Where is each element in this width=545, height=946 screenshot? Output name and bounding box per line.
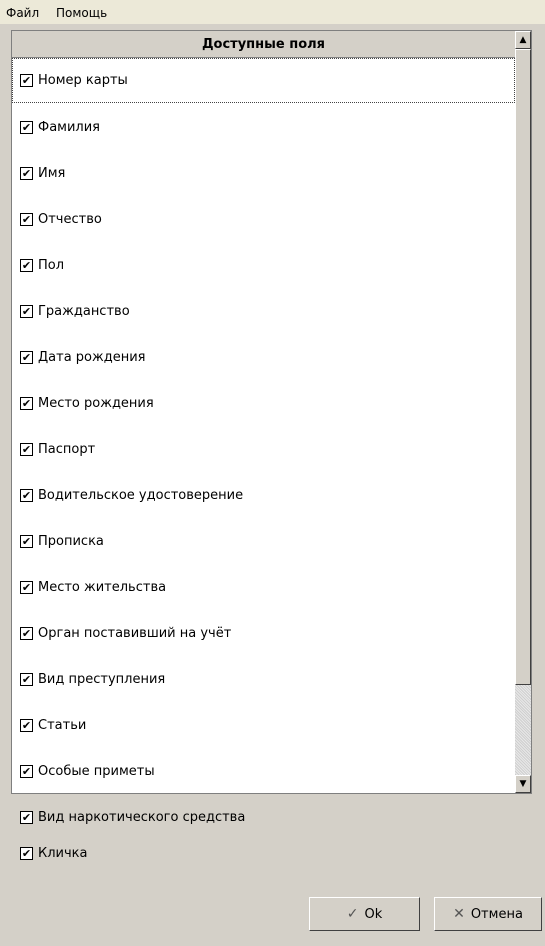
list-item-label: Вид наркотического средства [38,809,246,825]
checkbox[interactable]: ✔ [20,212,33,226]
list-item-label: Место жительства [38,579,167,595]
checkbox[interactable]: ✔ [20,396,33,410]
list-item[interactable]: ✔ Дата рождения [12,334,515,380]
checkbox[interactable]: ✔ [20,258,33,272]
list-item-label: Особые приметы [38,763,155,779]
arrow-down-icon: ▼ [519,779,527,789]
check-icon: ✔ [21,626,32,640]
check-icon: ✔ [21,304,32,318]
list-item[interactable]: ✔ Отчество [12,196,515,242]
ok-label: Ok [364,906,383,922]
list-item-label: Пол [38,257,65,273]
check-icon: ✔ [21,810,32,824]
arrow-up-icon: ▲ [519,35,527,45]
check-icon: ✔ [21,764,32,778]
checkbox[interactable]: ✔ [20,718,33,732]
vertical-scrollbar[interactable]: ▲ ▼ [515,31,531,793]
list-item-label: Дата рождения [38,349,146,365]
list-item-label: Статьи [38,717,87,733]
checkbox[interactable]: ✔ [20,764,33,778]
list-item-label: Место рождения [38,395,154,411]
menu-bar: Файл Помощь [0,0,545,24]
checkbox[interactable]: ✔ [20,580,33,594]
list-item[interactable]: ✔ Кличка [12,830,515,876]
list-item-label: Номер карты [38,73,128,88]
checkbox[interactable]: ✔ [20,488,33,502]
check-icon: ✔ [21,212,32,226]
list-item[interactable]: ✔ Место жительства [12,564,515,610]
list-item-label: Отчество [38,211,102,227]
check-icon: ✔ [21,442,32,456]
check-icon: ✔ [21,846,32,860]
checkbox[interactable]: ✔ [20,846,33,860]
checkbox[interactable]: ✔ [20,672,33,686]
ok-check-icon: ✓ [346,906,359,922]
cancel-x-icon: ✕ [453,906,465,922]
list-item[interactable]: ✔ Статьи [12,702,515,748]
list-item[interactable]: ✔ Прописка [12,518,515,564]
list-item[interactable]: ✔ Водительское удостоверение [12,472,515,518]
list-item[interactable]: ✔ Номер карты [12,58,515,103]
cancel-button[interactable]: ✕ Отмена [434,897,542,931]
list-item[interactable]: ✔ Орган поставивший на учёт [12,610,515,656]
list-item-label: Паспорт [38,441,96,457]
check-icon: ✔ [21,718,32,732]
check-icon: ✔ [21,534,32,548]
menu-file[interactable]: Файл [6,6,39,20]
check-icon: ✔ [21,580,32,594]
scroll-up-button[interactable]: ▲ [515,31,531,49]
list-item[interactable]: ✔ Вид преступления [12,656,515,702]
list-header[interactable]: Доступные поля [12,31,515,58]
list-item-label: Имя [38,165,66,181]
list-item-label: Гражданство [38,303,130,319]
list-item[interactable]: ✔ Особые приметы [12,748,515,794]
list-item[interactable]: ✔ Фамилия [12,104,515,150]
check-icon: ✔ [21,74,32,87]
list-item[interactable]: ✔ Гражданство [12,288,515,334]
list-item-label: Орган поставивший на учёт [38,625,232,641]
list-item[interactable]: ✔ Имя [12,150,515,196]
list-item-label: Прописка [38,533,104,549]
checkbox[interactable]: ✔ [20,534,33,548]
check-icon: ✔ [21,672,32,686]
checkbox[interactable]: ✔ [20,442,33,456]
checkbox[interactable]: ✔ [20,120,33,134]
cancel-label: Отмена [470,906,523,922]
checkbox[interactable]: ✔ [20,166,33,180]
check-icon: ✔ [21,166,32,180]
list-item-label: Кличка [38,845,88,861]
list-item-label: Фамилия [38,119,100,135]
checkbox[interactable]: ✔ [20,304,33,318]
menu-help[interactable]: Помощь [56,6,107,20]
check-icon: ✔ [21,488,32,502]
check-icon: ✔ [21,350,32,364]
list-item[interactable]: ✔ Пол [12,242,515,288]
check-icon: ✔ [21,258,32,272]
checkbox[interactable]: ✔ [20,810,33,824]
checkbox[interactable]: ✔ [20,350,33,364]
list-item-label: Водительское удостоверение [38,487,244,503]
list-item-label: Вид преступления [38,671,166,687]
list-item[interactable]: ✔ Место рождения [12,380,515,426]
list-item[interactable]: ✔ Паспорт [12,426,515,472]
check-icon: ✔ [21,396,32,410]
checkbox-number[interactable]: ✔ [20,74,33,87]
scroll-thumb[interactable] [515,49,531,685]
checkbox[interactable]: ✔ [20,626,33,640]
check-icon: ✔ [21,120,32,134]
scroll-down-button[interactable]: ▼ [515,775,531,793]
ok-button[interactable]: ✓ Ok [309,897,420,931]
